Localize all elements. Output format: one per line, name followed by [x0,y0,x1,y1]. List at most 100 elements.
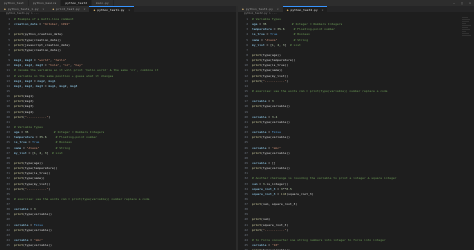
code-text: print("-----------") [14,187,50,192]
code-token: 35.6 [277,27,285,32]
code-text: my_list = [1, 2, 3] # List [14,151,63,156]
code-token: print [14,47,24,52]
code-token: msg2 [24,78,33,83]
code-token: (msg3) [23,104,34,109]
code-token: msg3 [70,83,78,88]
code-token: square_root_3 [252,191,276,196]
close-tab-icon[interactable]: × [322,8,324,12]
editor-tab[interactable]: ◆ print_test.py × [48,6,90,12]
code-token: creation_date [14,22,38,27]
editor-tab-label: python_tests_1.py [7,7,39,11]
code-token: "-----------" [24,114,49,119]
code-token: .is_integer() [264,181,289,186]
code-line[interactable]: 45 print(type(variable)) [0,243,236,248]
code-token: # Integer = Numbers Integers [53,130,105,135]
code-token: "abc" [271,145,281,150]
code-token: (msg1) [23,94,34,99]
code-token: 0.5 [286,186,292,191]
right-breadcrumb[interactable]: python_test2.py > ... [238,12,474,16]
code-token: temperature [14,135,34,140]
code-token: print [14,109,24,114]
python-file-icon: ◆ [93,7,96,12]
code-token: print [252,68,262,73]
right-code-area[interactable]: 1 # Variable Types 2 age = 35 # Integer = N… [238,17,474,250]
code-token: msg1 [48,83,56,88]
editor-tab[interactable]: ◆ python_test1.py × [89,6,135,12]
close-tab-icon[interactable]: × [128,8,130,12]
code-token: print [252,227,262,232]
code-token: print [252,58,262,63]
code-token: # String [55,145,71,150]
code-token: False [33,222,43,227]
code-token: ) [48,114,51,119]
code-token: (type(name)) [261,68,283,73]
code-token: (type(temperature)) [261,58,296,63]
code-token: (type(my_list)) [261,73,289,78]
code-text: msg1, msg2, msg3 = msg1, msg2, msg3 [14,84,77,89]
code-text: creation_date = "October, 1991" [14,22,70,27]
close-tab-icon[interactable]: × [84,7,86,11]
window-tab-label: python_test [4,1,24,5]
code-token: variable [252,160,267,165]
code-text: print("-----------") [252,79,288,84]
code-token: ) [286,227,289,232]
code-token: # rename the variable so it will print '… [14,68,159,73]
code-text: print("-----------") [252,228,288,233]
code-text: # exercise: use the words com = print(ty… [14,197,149,202]
code-token: "-----------" [24,186,49,191]
code-token: (type(variable)) [23,243,52,248]
code-text: # exercise: use the words com = print(ty… [252,89,387,94]
code-token: # List [290,42,301,47]
window-tab-label: main.py [96,1,109,5]
code-token: (square_root_3) [261,222,289,227]
code-token: msg2 [24,83,33,88]
code-text: print(type(variable)) [252,135,290,140]
code-token: print [252,150,262,155]
close-tab-icon[interactable]: × [43,7,45,11]
code-token: ) [48,186,51,191]
code-token: # Variable Types [14,124,43,129]
code-text: print(type(variable)) [14,212,52,217]
code-text: square_root_3 = int(square_root_3) [252,192,313,197]
code-token: my_list [252,42,265,47]
code-token: # Boolean [55,140,72,145]
code-token: print [252,222,262,227]
code-token: is_true [14,140,27,145]
code-token: print [14,243,24,248]
code-token: "world" [37,58,51,63]
code-token: print [252,135,262,140]
code-token: # Variable Types [252,17,281,21]
code-text: print(type(variable)) [252,166,290,171]
code-token: False [271,130,281,135]
code-token: (type(creation_date)) [23,37,61,42]
editor-tab[interactable]: ◆ python_test2.py × [282,6,328,12]
code-token: (type(age)) [23,160,43,165]
code-token: print [252,104,262,109]
code-token: (num) [261,217,271,222]
code-token: (type(is_true)) [261,63,289,68]
code-token: = [ [26,150,34,155]
editor-tab-label: print_test.py [56,7,80,11]
code-token: square_root_3 [252,186,276,191]
code-text: print(type(variable)) [14,228,52,233]
minimap[interactable] [462,17,472,77]
code-text: my_list = [1, 2, 3] # List [252,43,301,48]
code-token: print [14,176,24,181]
left-breadcrumb[interactable]: python_test1.py > ... [0,12,236,16]
code-token: print [14,32,24,37]
code-token: variable [252,130,267,135]
code-token: # List [52,150,63,155]
code-token: # Integer = Numbers Integers [291,22,343,27]
code-token: (type(variable)) [23,212,52,217]
code-token: "10" [271,243,280,248]
code-token: "Alexa" [26,145,40,150]
left-code-area[interactable]: 1 # Example of a multi-line comment 2 creat… [0,17,236,248]
code-text: print(type(variable)) [252,104,290,109]
close-tab-icon[interactable]: × [277,7,279,11]
code-token: (type(is_true)) [23,171,51,176]
right-editor-pane: ◆ python_test1.py × ◆ python_test2.py × pytho… [238,6,474,250]
code-token: (type(creation_date)) [23,47,61,52]
code-token: print [252,73,262,78]
